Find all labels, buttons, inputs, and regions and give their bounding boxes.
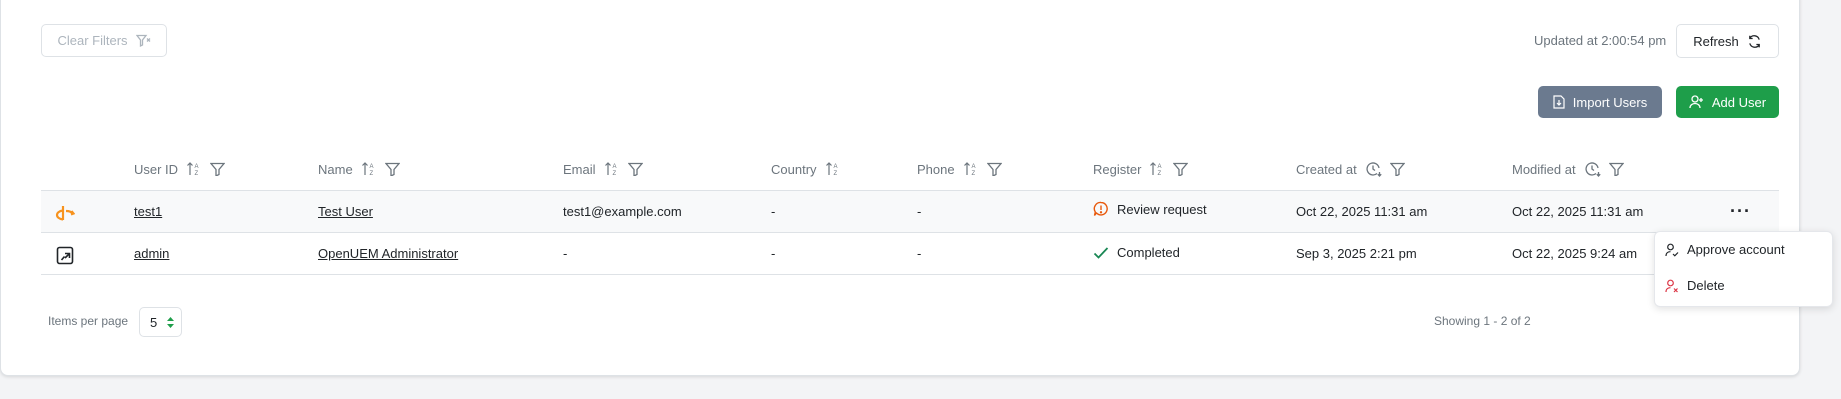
column-header-modified-at: Modified at <box>1512 160 1624 178</box>
filter-icon[interactable] <box>384 162 400 176</box>
column-label: Country <box>771 161 817 177</box>
filter-icon[interactable] <box>1608 162 1624 176</box>
column-label: Modified at <box>1512 161 1576 177</box>
modified-at-cell: Oct 22, 2025 9:24 am <box>1512 246 1638 261</box>
column-label: Register <box>1093 161 1142 177</box>
filter-icon[interactable] <box>627 162 643 176</box>
column-label: Email <box>563 161 596 177</box>
column-header-created-at: Created at <box>1296 160 1405 178</box>
register-status-label: Review request <box>1117 201 1207 217</box>
import-users-button[interactable]: Import Users <box>1538 86 1662 118</box>
column-header-name: Name AZ <box>318 160 400 178</box>
items-per-page-select[interactable]: 5 <box>139 307 182 337</box>
pagination-summary: Showing 1 - 2 of 2 <box>1434 314 1531 328</box>
items-per-page-label: Items per page <box>48 314 129 328</box>
column-label: Name <box>318 161 353 177</box>
created-at-cell: Sep 3, 2025 2:21 pm <box>1296 246 1417 261</box>
filter-icon[interactable] <box>1173 162 1189 176</box>
phone-cell: - <box>917 204 922 219</box>
filter-icon[interactable] <box>986 162 1002 176</box>
register-status: Review request <box>1093 201 1207 217</box>
phone-cell: - <box>917 246 922 261</box>
column-header-user-id: User ID AZ <box>134 160 226 178</box>
clock-sort-icon[interactable] <box>1584 161 1601 177</box>
refresh-label: Refresh <box>1693 33 1739 49</box>
user-id-link[interactable]: admin <box>134 246 169 261</box>
svg-text:Z: Z <box>1158 171 1162 177</box>
import-users-label: Import Users <box>1572 94 1648 110</box>
svg-text:Z: Z <box>369 171 373 177</box>
sort-icon[interactable]: AZ <box>963 161 979 177</box>
svg-text:A: A <box>369 164 373 170</box>
items-per-page-value: 5 <box>150 314 158 330</box>
delete-item[interactable]: Delete <box>1665 278 1725 293</box>
column-header-email: Email AZ <box>563 160 643 178</box>
column-header-phone: Phone AZ <box>917 160 1002 178</box>
user-remove-icon <box>1665 279 1679 293</box>
refresh-button[interactable]: Refresh <box>1676 24 1779 58</box>
sort-icon[interactable]: AZ <box>361 161 377 177</box>
sort-icon[interactable]: AZ <box>604 161 620 177</box>
column-label: User ID <box>134 161 179 177</box>
clear-filters-label: Clear Filters <box>57 33 128 48</box>
svg-text:A: A <box>971 164 975 170</box>
register-status: Completed <box>1093 245 1180 260</box>
delete-label: Delete <box>1687 278 1725 293</box>
svg-text:A: A <box>833 164 837 170</box>
filter-icon[interactable] <box>210 162 226 176</box>
modified-at-cell: Oct 22, 2025 11:31 am <box>1512 204 1644 219</box>
created-at-cell: Oct 22, 2025 11:31 am <box>1296 204 1428 219</box>
sort-icon[interactable]: AZ <box>186 161 202 177</box>
refresh-icon <box>1747 34 1762 49</box>
user-name-link[interactable]: OpenUEM Administrator <box>318 246 458 261</box>
approve-account-label: Approve account <box>1687 242 1785 257</box>
email-cell: test1@example.com <box>563 204 682 219</box>
add-user-label: Add User <box>1711 94 1767 110</box>
check-icon <box>1093 246 1109 260</box>
column-label: Phone <box>917 161 955 177</box>
updated-timestamp: Updated at 2:00:54 pm <box>1534 33 1667 48</box>
select-arrows-icon <box>167 316 175 328</box>
add-user-button[interactable]: Add User <box>1676 86 1779 118</box>
country-cell: - <box>771 246 776 261</box>
review-request-icon <box>1093 201 1109 217</box>
svg-text:Z: Z <box>833 171 837 177</box>
filter-clear-icon <box>135 34 151 48</box>
column-label: Created at <box>1296 161 1357 177</box>
user-id-link[interactable]: test1 <box>134 204 162 219</box>
svg-text:A: A <box>195 164 199 170</box>
local-user-icon <box>56 246 74 265</box>
user-plus-icon <box>1689 95 1704 109</box>
more-actions-icon[interactable]: ··· <box>1730 201 1751 222</box>
column-header-register: Register AZ <box>1093 160 1189 178</box>
register-status-label: Completed <box>1117 245 1180 260</box>
sort-icon[interactable]: AZ <box>825 161 841 177</box>
user-name-link[interactable]: Test User <box>318 204 373 219</box>
clock-sort-icon[interactable] <box>1365 161 1382 177</box>
clear-filters-button[interactable]: Clear Filters <box>41 24 167 57</box>
country-cell: - <box>771 204 776 219</box>
openid-icon <box>55 204 75 222</box>
sort-icon[interactable]: AZ <box>1149 161 1165 177</box>
file-import-icon <box>1553 95 1565 109</box>
column-header-country: Country AZ <box>771 160 841 178</box>
row-actions-menu: Approve account Delete <box>1654 231 1833 307</box>
email-cell: - <box>563 246 568 261</box>
svg-text:A: A <box>1158 164 1162 170</box>
approve-account-item[interactable]: Approve account <box>1665 242 1785 257</box>
svg-text:Z: Z <box>612 171 616 177</box>
svg-text:Z: Z <box>971 171 975 177</box>
svg-text:Z: Z <box>195 171 199 177</box>
svg-text:A: A <box>612 164 616 170</box>
user-check-icon <box>1665 243 1679 257</box>
filter-icon[interactable] <box>1389 162 1405 176</box>
